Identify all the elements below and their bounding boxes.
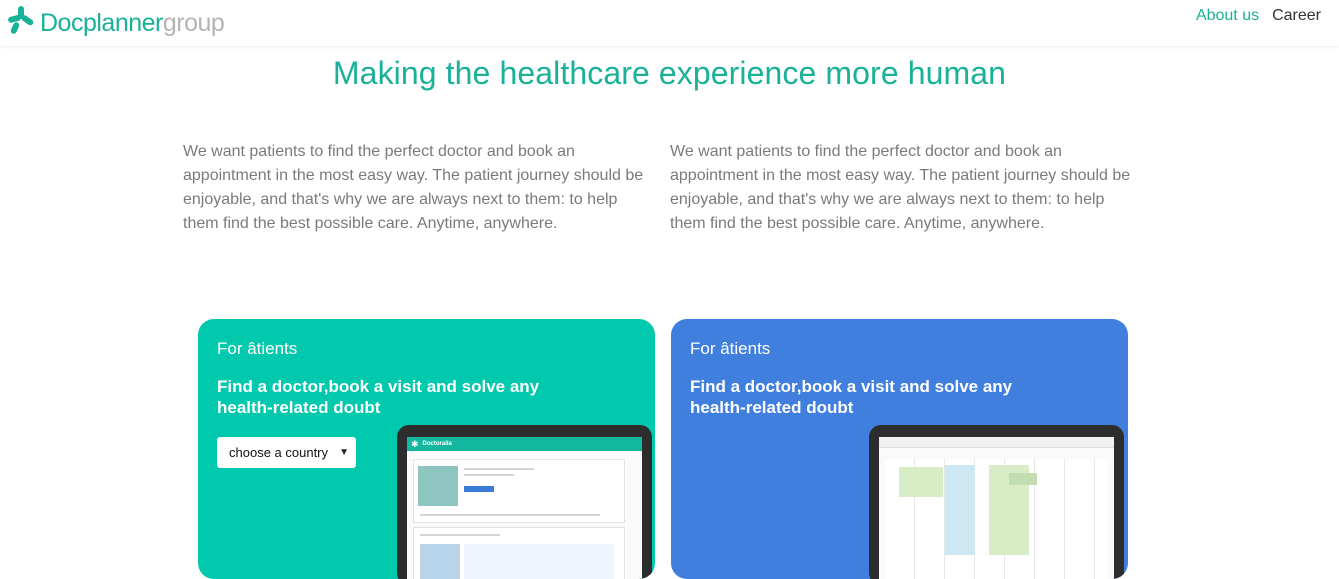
hero-title: Making the healthcare experience more hu… [332, 55, 1007, 91]
docplanner-logo-icon [8, 6, 34, 34]
caret-down-icon: ▼ [339, 447, 349, 458]
laptop-mockup: ✱ Doctoralia [397, 425, 652, 579]
mock-text [464, 468, 534, 470]
doctor-photo [418, 466, 458, 506]
mock-text [420, 514, 600, 516]
appointment-block [899, 467, 943, 497]
card-title: Find a doctor,book a visit and solve any… [217, 377, 540, 417]
card-label: For âtients [690, 339, 771, 358]
top-navigation-bar: Docplannergroup About us Career [0, 0, 1339, 46]
laptop-screen [879, 437, 1114, 579]
card-label: For âtients [217, 339, 298, 358]
appointment-block [945, 465, 975, 555]
country-select[interactable]: choose a country ▼ [217, 437, 356, 468]
mock-text [464, 474, 514, 476]
main-nav: About us Career [1196, 7, 1321, 25]
nav-link-career[interactable]: Career [1272, 7, 1321, 25]
map-mock [420, 544, 460, 579]
mock-text [420, 534, 500, 536]
laptop-screen: ✱ Doctoralia [407, 437, 642, 579]
patients-card-secondary: For âtients Find a doctor,book a visit a… [671, 319, 1128, 579]
screen-app-bar: ✱ Doctoralia [407, 437, 642, 451]
book-button-mock [464, 486, 494, 492]
country-select-value: choose a country [229, 445, 329, 460]
card-title: Find a doctor,book a visit and solve any… [690, 377, 1013, 417]
nav-link-about-us[interactable]: About us [1196, 7, 1259, 25]
laptop-mockup [869, 425, 1124, 579]
intro-paragraph-left: We want patients to find the perfect doc… [183, 143, 644, 232]
calendar-mock [464, 544, 614, 579]
calendar-grid-mock [885, 459, 1108, 579]
patients-card: For âtients Find a doctor,book a visit a… [198, 319, 655, 579]
star-icon: ✱ [411, 438, 419, 449]
availability-box [413, 527, 625, 579]
intro-paragraph-right: We want patients to find the perfect doc… [670, 143, 1131, 232]
logo-wordmark: Docplannergroup [40, 5, 225, 37]
doctor-profile-box [413, 459, 625, 523]
logo-sub-text: group [162, 8, 225, 37]
docplanner-logo[interactable]: Docplannergroup [6, 0, 225, 40]
calendar-header-mock [879, 437, 1114, 448]
logo-main-text: Docplanner [40, 8, 163, 37]
appointment-block [1009, 473, 1037, 485]
screen-brand: Doctoralia [422, 441, 452, 447]
